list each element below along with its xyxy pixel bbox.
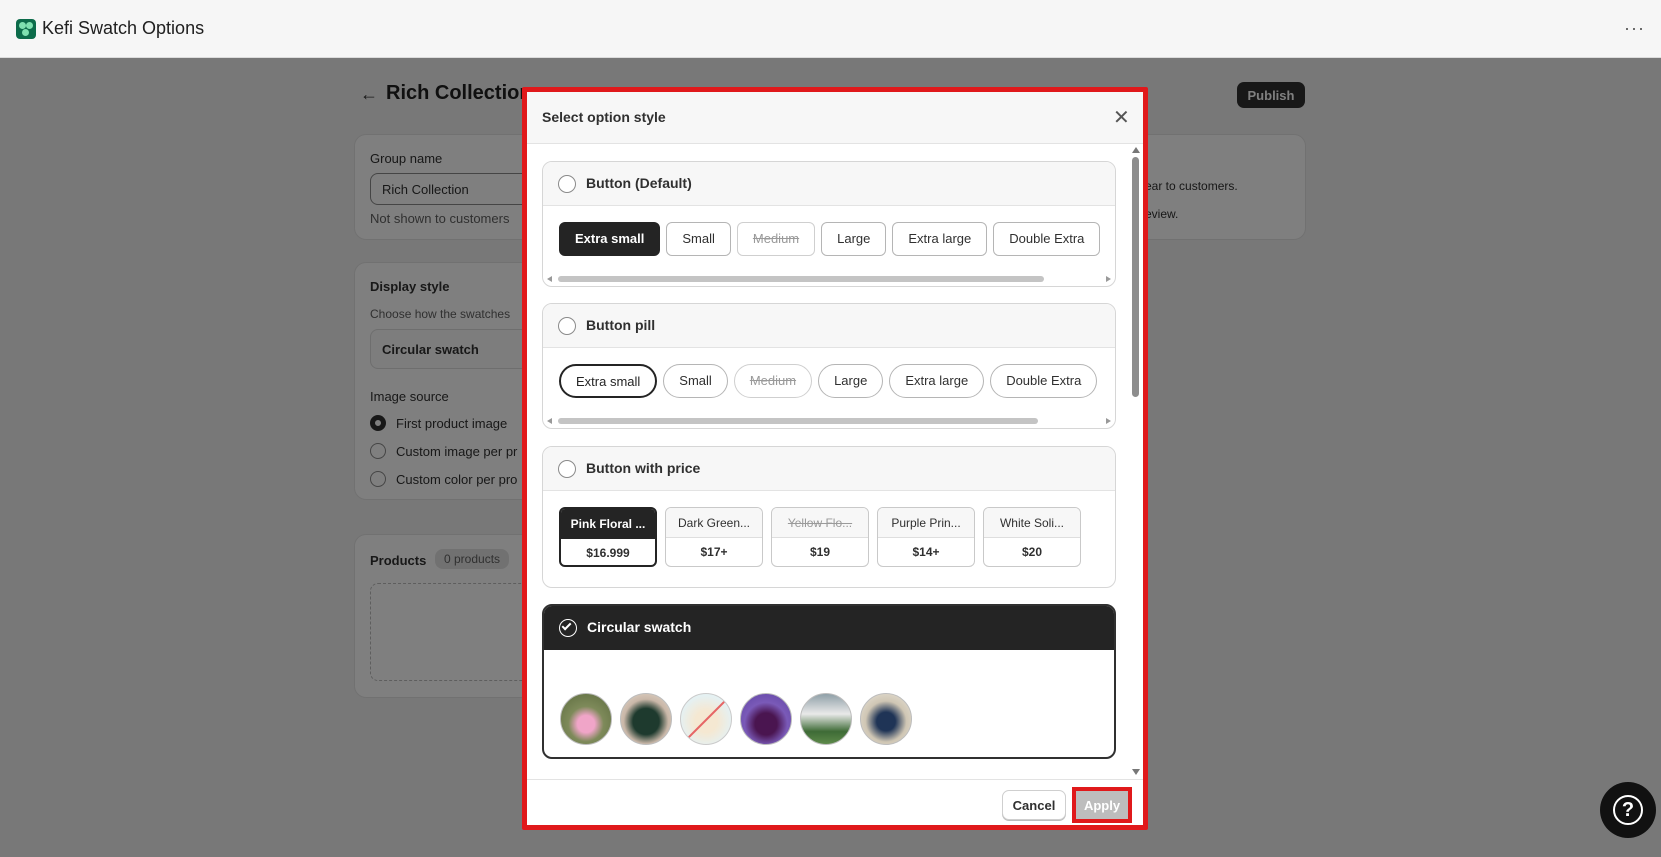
price-card-price: $20 bbox=[1021, 545, 1043, 559]
price-card: Yellow Flo... $19 bbox=[771, 507, 869, 567]
scroll-right-icon[interactable] bbox=[1106, 418, 1111, 424]
chip-extra-small: Extra small bbox=[559, 222, 661, 256]
style-option-pill[interactable]: Button pill Extra small Small Medium Large E… bbox=[542, 303, 1116, 429]
button-chip-row: Extra small Small Medium Large Extra large Do… bbox=[559, 222, 1115, 256]
scroll-thumb[interactable] bbox=[558, 276, 1044, 282]
scroll-thumb[interactable] bbox=[558, 418, 1038, 424]
swatch-image bbox=[860, 693, 912, 745]
apply-button[interactable]: Apply bbox=[1076, 791, 1128, 819]
price-card-price: $14+ bbox=[912, 545, 940, 559]
style-option-circular-header[interactable]: Circular swatch bbox=[544, 606, 1114, 650]
chip-extra-large: Extra large bbox=[892, 222, 988, 256]
style-option-pill-header[interactable]: Button pill bbox=[543, 304, 1115, 348]
style-option-circular[interactable]: Circular swatch bbox=[542, 604, 1116, 759]
chip-double-extra: Double Extra bbox=[993, 222, 1101, 256]
app-title: Kefi Swatch Options bbox=[42, 18, 205, 38]
help-button[interactable]: ? bbox=[1600, 782, 1656, 838]
scroll-left-icon[interactable] bbox=[547, 418, 552, 424]
price-card-price: $16.999 bbox=[586, 546, 630, 560]
style-option-circular-title: Circular swatch bbox=[587, 619, 692, 635]
pill-chip-medium: Medium bbox=[733, 364, 813, 398]
price-card-name: Dark Green... bbox=[666, 508, 762, 538]
modal-body[interactable]: Button (Default) Extra small Small Medium L… bbox=[527, 145, 1143, 779]
chip-small: Small bbox=[666, 222, 731, 256]
check-circle-icon[interactable] bbox=[559, 619, 577, 637]
pill-chip-small: Small bbox=[663, 364, 728, 398]
price-card: Purple Prin... $14+ bbox=[877, 507, 975, 567]
pill-horizontal-scrollbar[interactable] bbox=[546, 417, 1112, 425]
pill-chip-row: Extra small Small Medium Large Extra large Do… bbox=[559, 364, 1115, 398]
modal-footer: Cancel Apply bbox=[527, 779, 1143, 825]
more-actions-icon[interactable]: ··· bbox=[1624, 18, 1645, 39]
app-bar: Kefi Swatch Options ··· bbox=[0, 0, 1661, 58]
scroll-up-icon[interactable] bbox=[1132, 147, 1140, 153]
scroll-left-icon[interactable] bbox=[547, 276, 552, 282]
app-logo-icon bbox=[16, 18, 36, 39]
style-option-button-radio[interactable] bbox=[558, 175, 576, 193]
pill-chip-double-extra: Double Extra bbox=[990, 364, 1098, 398]
swatch-image bbox=[620, 693, 672, 745]
select-option-style-modal: Select option style ✕ Button (Default) E… bbox=[522, 87, 1148, 830]
button-horizontal-scrollbar[interactable] bbox=[546, 275, 1112, 283]
style-option-price-title: Button with price bbox=[586, 460, 701, 476]
price-card-price: $17+ bbox=[700, 545, 728, 559]
swatch-image bbox=[560, 693, 612, 745]
chip-medium: Medium bbox=[736, 222, 816, 256]
price-card-name: Yellow Flo... bbox=[772, 508, 868, 538]
scroll-thumb[interactable] bbox=[1132, 157, 1139, 397]
style-option-button[interactable]: Button (Default) Extra small Small Medium L… bbox=[542, 161, 1116, 287]
style-option-button-header[interactable]: Button (Default) bbox=[543, 162, 1115, 206]
style-option-price-radio[interactable] bbox=[558, 460, 576, 478]
swatch-image bbox=[740, 693, 792, 745]
modal-header: Select option style ✕ bbox=[527, 92, 1143, 144]
modal-vertical-scrollbar[interactable] bbox=[1129, 145, 1143, 779]
price-card-name: Purple Prin... bbox=[878, 508, 974, 538]
price-card-row: Pink Floral ... $16.999 Dark Green... $1… bbox=[559, 507, 1089, 567]
price-card: White Soli... $20 bbox=[983, 507, 1081, 567]
pill-chip-extra-small: Extra small bbox=[559, 364, 658, 398]
style-option-button-title: Button (Default) bbox=[586, 175, 692, 191]
style-option-price[interactable]: Button with price Pink Floral ... $16.99… bbox=[542, 446, 1116, 588]
style-option-price-header[interactable]: Button with price bbox=[543, 447, 1115, 491]
apply-highlight: Apply bbox=[1072, 787, 1132, 823]
modal-title: Select option style bbox=[542, 109, 666, 125]
pill-chip-large: Large bbox=[818, 364, 884, 398]
style-option-pill-radio[interactable] bbox=[558, 317, 576, 335]
price-card: Pink Floral ... $16.999 bbox=[559, 507, 657, 567]
style-option-pill-title: Button pill bbox=[586, 317, 656, 333]
close-icon[interactable]: ✕ bbox=[1113, 105, 1130, 130]
scroll-down-icon[interactable] bbox=[1132, 769, 1140, 775]
price-card: Dark Green... $17+ bbox=[665, 507, 763, 567]
scroll-right-icon[interactable] bbox=[1106, 276, 1111, 282]
price-card-name: Pink Floral ... bbox=[561, 509, 655, 539]
circular-swatch-row bbox=[560, 693, 920, 745]
question-icon: ? bbox=[1613, 795, 1643, 825]
pill-chip-extra-large: Extra large bbox=[889, 364, 985, 398]
price-card-name: White Soli... bbox=[984, 508, 1080, 538]
swatch-image-disabled bbox=[680, 693, 732, 745]
price-card-price: $19 bbox=[809, 545, 831, 559]
chip-large: Large bbox=[821, 222, 887, 256]
cancel-button[interactable]: Cancel bbox=[1002, 790, 1066, 820]
swatch-image bbox=[800, 693, 852, 745]
